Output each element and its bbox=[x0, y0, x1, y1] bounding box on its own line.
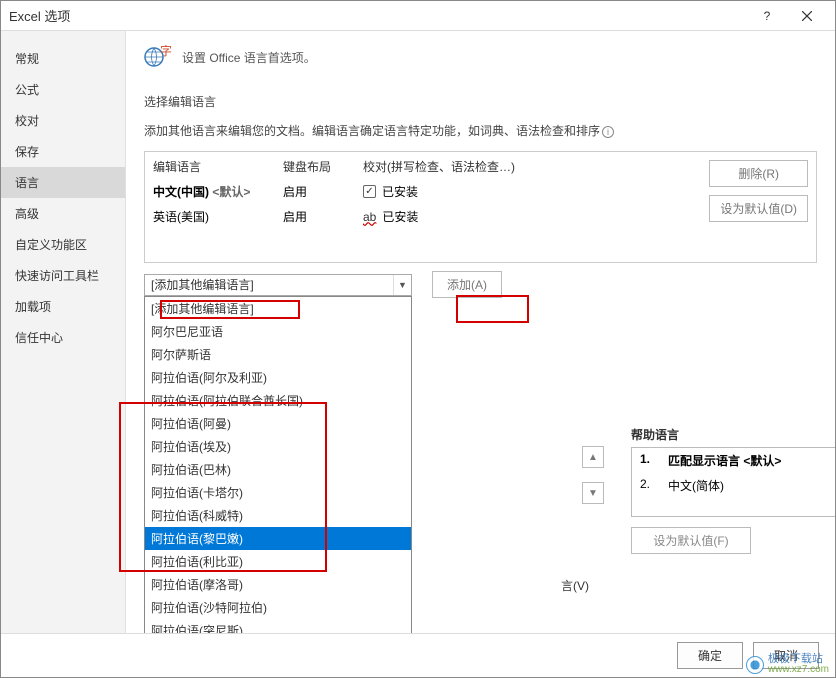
sidebar-item-customize-ribbon[interactable]: 自定义功能区 bbox=[1, 229, 125, 260]
close-icon bbox=[802, 11, 812, 21]
combo-option[interactable]: 阿拉伯语(埃及) bbox=[145, 435, 411, 458]
sidebar-item-trust-center[interactable]: 信任中心 bbox=[1, 322, 125, 353]
add-language-combo[interactable]: [添加其他编辑语言] ▼ [添加其他编辑语言]阿尔巴尼亚语阿尔萨斯语阿拉伯语(阿… bbox=[144, 274, 412, 296]
combo-display: [添加其他编辑语言] bbox=[151, 276, 254, 293]
sidebar-item-general[interactable]: 常规 bbox=[1, 43, 125, 74]
editing-languages-box: 编辑语言 键盘布局 校对(拼写检查、语法检查…) 中文(中国) <默认> 启用 … bbox=[144, 151, 817, 263]
add-button[interactable]: 添加(A) bbox=[432, 271, 502, 298]
move-down-button[interactable]: ▼ bbox=[582, 482, 604, 504]
sidebar-item-advanced[interactable]: 高级 bbox=[1, 198, 125, 229]
visible-link-truncated[interactable]: 言(V) bbox=[561, 577, 589, 594]
set-default-button[interactable]: 设为默认值(D) bbox=[709, 195, 808, 222]
sidebar-item-language[interactable]: 语言 bbox=[1, 167, 125, 198]
dialog-body: 常规 公式 校对 保存 语言 高级 自定义功能区 快速访问工具栏 加载项 信任中… bbox=[1, 31, 835, 633]
lang-row-chinese[interactable]: 中文(中国) <默认> 启用 ✓已安装 bbox=[145, 179, 685, 204]
page-heading: 字 设置 Office 语言首选项。 bbox=[144, 45, 817, 69]
combo-option[interactable]: 阿拉伯语(阿曼) bbox=[145, 412, 411, 435]
editing-table-header: 编辑语言 键盘布局 校对(拼写检查、语法检查…) bbox=[145, 152, 685, 179]
combo-option[interactable]: [添加其他编辑语言] bbox=[145, 297, 411, 320]
help-set-default-button[interactable]: 设为默认值(F) bbox=[631, 527, 751, 554]
svg-text:字: 字 bbox=[160, 45, 172, 58]
lang-row-english[interactable]: 英语(美国) 启用 ab已安装 bbox=[145, 204, 685, 229]
info-icon[interactable]: i bbox=[602, 126, 614, 138]
titlebar: Excel 选项 ? bbox=[1, 1, 835, 31]
remove-button[interactable]: 删除(R) bbox=[709, 160, 808, 187]
col-keyboard: 键盘布局 bbox=[283, 158, 363, 175]
sidebar-item-addins[interactable]: 加载项 bbox=[1, 291, 125, 322]
abc-icon: ab bbox=[363, 210, 376, 224]
col-editing-language: 编辑语言 bbox=[153, 158, 283, 175]
combo-option[interactable]: 阿拉伯语(巴林) bbox=[145, 458, 411, 481]
sidebar: 常规 公式 校对 保存 语言 高级 自定义功能区 快速访问工具栏 加载项 信任中… bbox=[1, 31, 126, 633]
add-language-dropdown[interactable]: [添加其他编辑语言]阿尔巴尼亚语阿尔萨斯语阿拉伯语(阿尔及利亚)阿拉伯语(阿拉伯… bbox=[144, 296, 412, 634]
chevron-down-icon[interactable]: ▼ bbox=[393, 275, 411, 295]
combo-option[interactable]: 阿拉伯语(阿尔及利亚) bbox=[145, 366, 411, 389]
col-proofing: 校对(拼写检查、语法检查…) bbox=[363, 158, 677, 175]
page-heading-text: 设置 Office 语言首选项。 bbox=[182, 49, 316, 66]
ok-button[interactable]: 确定 bbox=[677, 642, 743, 669]
help-row-chinese[interactable]: 2. 中文(简体) bbox=[632, 473, 835, 498]
watermark: 极极下载站 www.xz7.com bbox=[746, 654, 829, 675]
sidebar-item-quick-access[interactable]: 快速访问工具栏 bbox=[1, 260, 125, 291]
help-title: 帮助语言 bbox=[631, 426, 835, 443]
combo-option[interactable]: 阿尔巴尼亚语 bbox=[145, 320, 411, 343]
section-editing-desc: 添加其他语言来编辑您的文档。编辑语言确定语言特定功能，如词典、语法检查和排序i bbox=[144, 122, 817, 139]
dialog-footer: 确定 取消 极极下载站 www.xz7.com bbox=[1, 633, 835, 677]
window-title: Excel 选项 bbox=[9, 6, 747, 25]
move-up-button[interactable]: ▲ bbox=[582, 446, 604, 468]
section-editing-title: 选择编辑语言 bbox=[144, 93, 817, 110]
combo-option[interactable]: 阿拉伯语(摩洛哥) bbox=[145, 573, 411, 596]
combo-option[interactable]: 阿拉伯语(黎巴嫩) bbox=[145, 527, 411, 550]
combo-option[interactable]: 阿尔萨斯语 bbox=[145, 343, 411, 366]
excel-options-dialog: Excel 选项 ? 常规 公式 校对 保存 语言 高级 自定义功能区 快速访问… bbox=[0, 0, 836, 678]
help-language-box: 帮助语言 1. 匹配显示语言 <默认> 2. 中文(简体) ▲ ▼ 设为 bbox=[631, 426, 835, 554]
watermark-icon bbox=[746, 656, 764, 674]
check-icon: ✓ bbox=[363, 185, 376, 198]
language-icon: 字 bbox=[144, 45, 172, 69]
sidebar-item-proofing[interactable]: 校对 bbox=[1, 105, 125, 136]
combo-option[interactable]: 阿拉伯语(沙特阿拉伯) bbox=[145, 596, 411, 619]
help-button[interactable]: ? bbox=[747, 2, 787, 30]
content-pane: 字 设置 Office 语言首选项。 选择编辑语言 添加其他语言来编辑您的文档。… bbox=[126, 31, 835, 633]
sidebar-item-formulas[interactable]: 公式 bbox=[1, 74, 125, 105]
combo-option[interactable]: 阿拉伯语(科威特) bbox=[145, 504, 411, 527]
combo-option[interactable]: 阿拉伯语(阿拉伯联合酋长国) bbox=[145, 389, 411, 412]
help-language-list[interactable]: 1. 匹配显示语言 <默认> 2. 中文(简体) ▲ ▼ bbox=[631, 447, 835, 517]
sidebar-item-save[interactable]: 保存 bbox=[1, 136, 125, 167]
combo-option[interactable]: 阿拉伯语(利比亚) bbox=[145, 550, 411, 573]
combo-option[interactable]: 阿拉伯语(突尼斯) bbox=[145, 619, 411, 634]
help-row-default[interactable]: 1. 匹配显示语言 <默认> bbox=[632, 448, 835, 473]
combo-option[interactable]: 阿拉伯语(卡塔尔) bbox=[145, 481, 411, 504]
close-button[interactable] bbox=[787, 2, 827, 30]
